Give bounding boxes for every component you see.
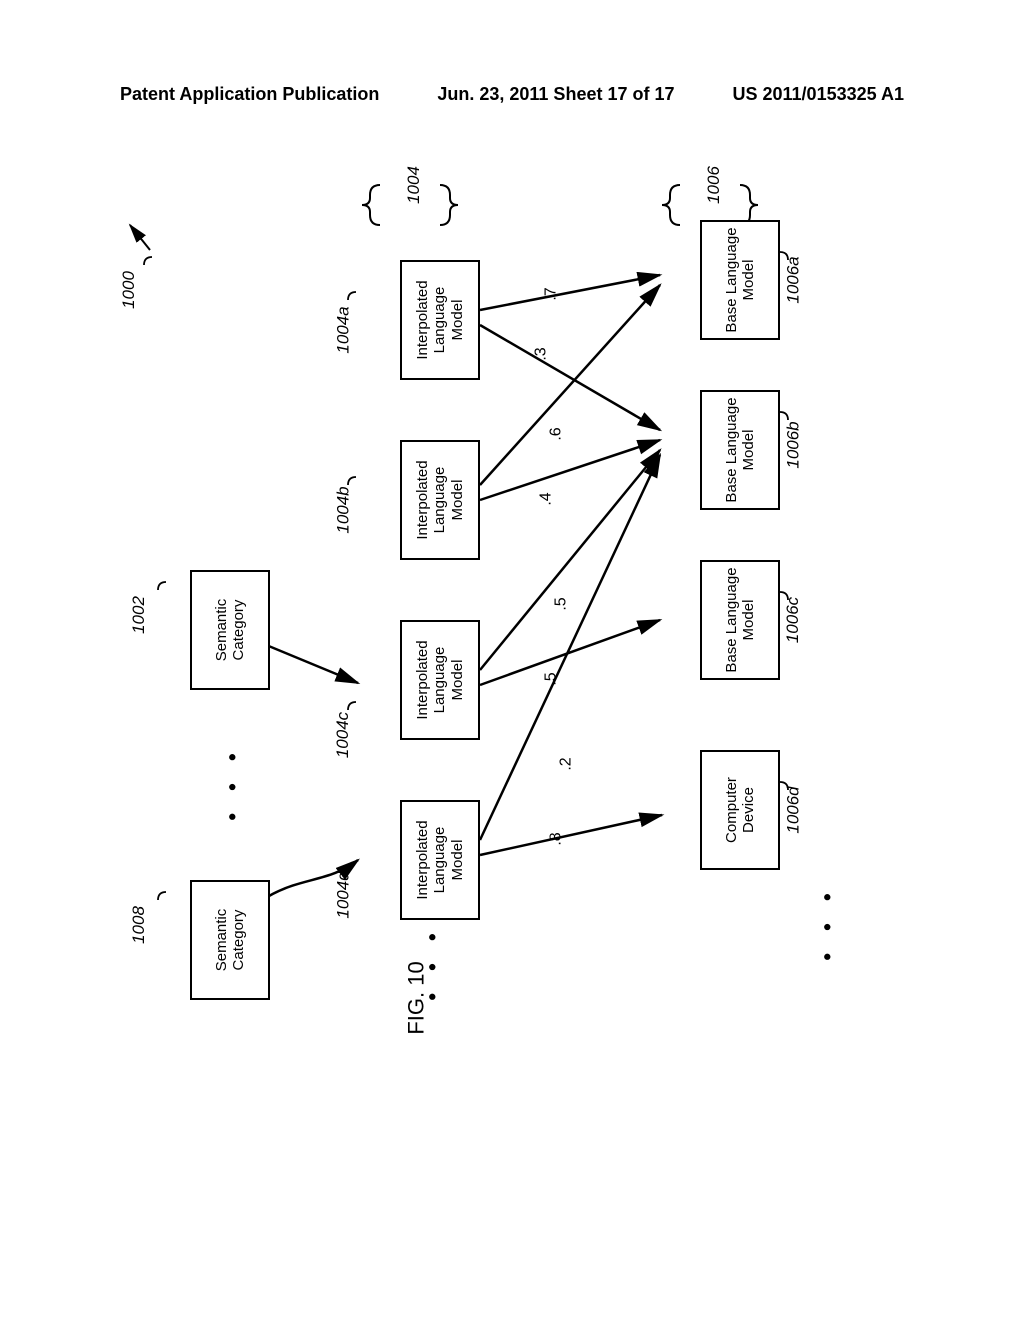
ref-1004a: 1004a — [334, 306, 354, 353]
interpolated-1004a: Interpolated Language Model — [400, 260, 480, 380]
base-1006b: Base Language Model — [700, 390, 780, 510]
base-box-a: Base Language Model — [700, 220, 780, 340]
semantic-category-box: Semantic Category — [190, 570, 270, 690]
weight-5b: .5 — [543, 672, 561, 685]
semantic-category-1002: Semantic Category — [190, 570, 270, 690]
interpolated-box-a: Interpolated Language Model — [400, 260, 480, 380]
interpolated-box-b: Interpolated Language Model — [400, 440, 480, 560]
weight-4: .4 — [538, 492, 556, 505]
ref-1006d: 1006d — [784, 786, 804, 833]
ellipsis-semantic: • • • — [220, 745, 246, 820]
semantic-category-1008: Semantic Category — [190, 880, 270, 1000]
weight-8: .8 — [548, 832, 566, 845]
weight-2: .2 — [558, 757, 576, 770]
interpolated-1004c: Interpolated Language Model — [400, 620, 480, 740]
ref-1006b: 1006b — [784, 421, 804, 468]
weight-5a: .5 — [553, 597, 571, 610]
ref-1006a: 1006a — [784, 256, 804, 303]
base-1006c: Base Language Model — [700, 560, 780, 680]
semantic-category-box-2: Semantic Category — [190, 880, 270, 1000]
interpolated-box-c: Interpolated Language Model — [400, 620, 480, 740]
ref-1008: 1008 — [129, 906, 149, 944]
figure-label: FIG. 10 — [404, 961, 430, 1034]
weight-3: .3 — [533, 347, 551, 360]
page: Patent Application Publication Jun. 23, … — [0, 0, 1024, 1320]
ref-1004c: 1004c — [333, 712, 353, 758]
interpolated-1004d: Interpolated Language Model — [400, 800, 480, 920]
ref-1006-group: 1006 — [704, 166, 724, 204]
weight-7: .7 — [543, 287, 561, 300]
ref-1000: 1000 — [119, 271, 139, 309]
weight-6: .6 — [548, 427, 566, 440]
interpolated-1004b: Interpolated Language Model — [400, 440, 480, 560]
computer-device-1006d: Computer Device — [700, 750, 780, 870]
base-1006a: Base Language Model — [700, 220, 780, 340]
page-header: Patent Application Publication Jun. 23, … — [0, 84, 1024, 105]
ref-1004d: 1004d — [334, 871, 354, 918]
ref-1004-group: 1004 — [404, 166, 424, 204]
diagram-fig10: 1000 1004 1006 Semantic Category 1002 • … — [100, 150, 900, 1150]
ellipsis-base: • • • — [815, 885, 841, 960]
ref-1006c: 1006c — [783, 597, 803, 643]
ref-1004b: 1004b — [334, 486, 354, 533]
header-left: Patent Application Publication — [120, 84, 379, 105]
base-box-c: Base Language Model — [700, 560, 780, 680]
header-right: US 2011/0153325 A1 — [733, 84, 904, 105]
computer-device-box: Computer Device — [700, 750, 780, 870]
base-box-b: Base Language Model — [700, 390, 780, 510]
header-center: Jun. 23, 2011 Sheet 17 of 17 — [437, 84, 674, 105]
interpolated-box-d: Interpolated Language Model — [400, 800, 480, 920]
ref-1002: 1002 — [129, 596, 149, 634]
